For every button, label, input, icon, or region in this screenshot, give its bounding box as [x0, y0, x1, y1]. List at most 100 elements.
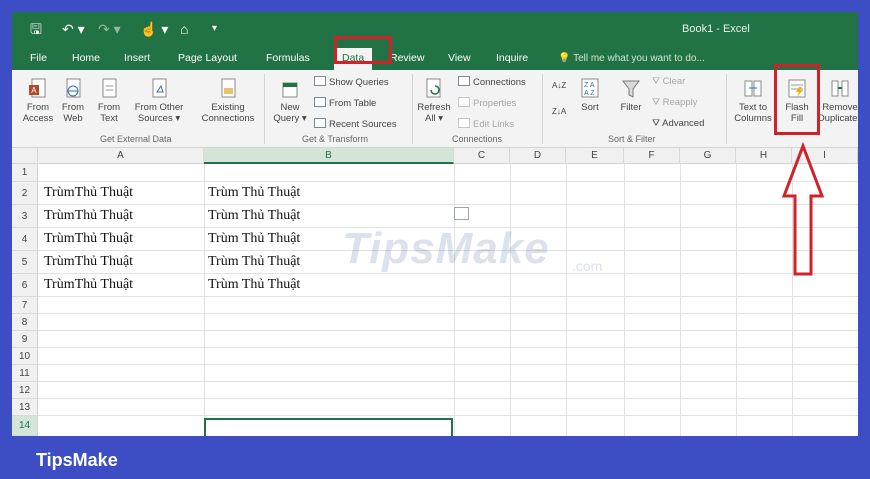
- flash-fill-options-icon[interactable]: [454, 207, 469, 220]
- gridline: [566, 164, 567, 436]
- column-header-f[interactable]: F: [624, 148, 680, 164]
- sort-icon: Z AA Z: [581, 78, 599, 98]
- row-header[interactable]: 3: [12, 205, 38, 228]
- active-cell-b14[interactable]: [204, 418, 453, 436]
- row-header[interactable]: 4: [12, 228, 38, 251]
- undo-icon[interactable]: ↶ ▾: [62, 21, 85, 37]
- sort-button[interactable]: Z AA Z Sort: [574, 78, 606, 113]
- refresh-all-button[interactable]: Refresh All ▾: [414, 78, 454, 124]
- column-header-g[interactable]: G: [680, 148, 736, 164]
- touch-mode-icon[interactable]: ☝ ▾: [140, 21, 168, 37]
- new-query-button[interactable]: New Query ▾: [268, 78, 312, 124]
- row-header[interactable]: 10: [12, 348, 38, 365]
- cell-a6[interactable]: TrùmThủ Thuật: [44, 277, 133, 293]
- group-label-sort-filter: Sort & Filter: [608, 134, 656, 144]
- filter-funnel-icon: [622, 80, 640, 98]
- tab-insert[interactable]: Insert: [124, 52, 150, 64]
- remove-duplicates-button[interactable]: Remove Duplicates: [816, 78, 858, 124]
- ribbon-separator: [264, 74, 265, 144]
- from-web-button[interactable]: From Web: [56, 78, 90, 124]
- watermark-suffix: .com: [572, 258, 603, 274]
- properties-button[interactable]: Properties: [458, 97, 516, 110]
- cell-a4[interactable]: TrùmThủ Thuật: [44, 231, 133, 247]
- from-table-button[interactable]: From Table: [314, 97, 376, 110]
- row-header[interactable]: 12: [12, 382, 38, 399]
- tab-view[interactable]: View: [448, 52, 471, 64]
- text-to-columns-button[interactable]: Text to Columns: [730, 78, 776, 124]
- text-to-columns-icon: [744, 80, 762, 97]
- row-header[interactable]: 1: [12, 164, 38, 182]
- from-other-sources-button[interactable]: From Other Sources ▾: [130, 78, 188, 124]
- cell-b2[interactable]: Trùm Thủ Thuật: [208, 185, 300, 201]
- cell-b5[interactable]: Trùm Thủ Thuật: [208, 254, 300, 270]
- gridline: [38, 313, 858, 314]
- column-header-a[interactable]: A: [38, 148, 204, 164]
- column-header-e[interactable]: E: [566, 148, 624, 164]
- tab-file[interactable]: File: [30, 52, 47, 64]
- svg-text:A: A: [31, 86, 37, 95]
- lightbulb-icon: 💡: [558, 53, 574, 64]
- row-header[interactable]: 5: [12, 251, 38, 274]
- sort-a-z-button[interactable]: A↓Z: [552, 80, 566, 92]
- gridline: [38, 347, 858, 348]
- row-header[interactable]: 8: [12, 314, 38, 331]
- cell-a5[interactable]: TrùmThủ Thuật: [44, 254, 133, 270]
- globe-icon: [66, 78, 81, 98]
- from-text-button[interactable]: From Text: [92, 78, 126, 124]
- row-header[interactable]: 14: [12, 416, 38, 436]
- reapply-button[interactable]: ⛛ Reapply: [652, 97, 697, 109]
- cell-b6[interactable]: Trùm Thủ Thuật: [208, 277, 300, 293]
- tab-inquire[interactable]: Inquire: [496, 52, 528, 64]
- show-queries-button[interactable]: Show Queries: [314, 76, 389, 89]
- column-header-d[interactable]: D: [510, 148, 566, 164]
- other-sources-icon: [152, 78, 167, 98]
- tell-me-search[interactable]: 💡 Tell me what you want to do...: [558, 53, 705, 64]
- sort-az-icon: A↓Z: [552, 81, 567, 90]
- clear-filter-button[interactable]: ⛛ Clear: [652, 76, 685, 88]
- filter-button[interactable]: Filter: [616, 78, 646, 113]
- cell-b3[interactable]: Trùm Thủ Thuật: [208, 208, 300, 224]
- gridline: [454, 164, 455, 436]
- column-header-b[interactable]: B: [204, 148, 454, 164]
- save-icon[interactable]: 🖫: [30, 21, 42, 37]
- ribbon-separator: [542, 74, 543, 144]
- row-header[interactable]: 7: [12, 297, 38, 314]
- tab-home[interactable]: Home: [72, 52, 100, 64]
- cell-a2[interactable]: TrùmThủ Thuật: [44, 185, 133, 201]
- existing-connections-icon: [221, 78, 236, 98]
- existing-connections-button[interactable]: Existing Connections: [196, 78, 260, 124]
- select-all-corner[interactable]: [12, 148, 38, 164]
- ribbon-separator: [412, 74, 413, 144]
- up-arrow-annotation: [781, 142, 825, 276]
- recent-sources-button[interactable]: Recent Sources: [314, 118, 397, 131]
- connections-button[interactable]: Connections: [458, 76, 526, 89]
- brand-logo-text: TipsMake: [36, 450, 118, 470]
- tab-page-layout[interactable]: Page Layout: [178, 52, 237, 64]
- edit-links-icon: [458, 118, 470, 128]
- tab-review[interactable]: Review: [390, 52, 424, 64]
- tab-formulas[interactable]: Formulas: [266, 52, 310, 64]
- row-header[interactable]: 2: [12, 182, 38, 205]
- gridline: [680, 164, 681, 436]
- row-header[interactable]: 9: [12, 331, 38, 348]
- sort-z-a-button[interactable]: Z↓A: [552, 106, 566, 118]
- group-label-get-external: Get External Data: [100, 134, 172, 144]
- text-file-icon: [102, 78, 117, 98]
- gridline: [38, 364, 858, 365]
- recent-sources-icon: [314, 118, 326, 128]
- open-folder-icon[interactable]: ⌂: [180, 21, 188, 37]
- cell-b4[interactable]: Trùm Thủ Thuật: [208, 231, 300, 247]
- customize-qat-icon[interactable]: ▾: [212, 21, 217, 37]
- row-header[interactable]: 6: [12, 274, 38, 297]
- gridline: [38, 296, 858, 297]
- column-header-c[interactable]: C: [454, 148, 510, 164]
- cell-a3[interactable]: TrùmThủ Thuật: [44, 208, 133, 224]
- row-header[interactable]: 13: [12, 399, 38, 416]
- redo-icon[interactable]: ↷ ▾: [98, 21, 121, 37]
- data-tab-highlight: [334, 36, 392, 64]
- from-access-button[interactable]: A From Access: [16, 78, 60, 124]
- svg-text:Z A: Z A: [584, 82, 595, 89]
- row-header[interactable]: 11: [12, 365, 38, 382]
- advanced-filter-button[interactable]: ⛛ Advanced: [652, 118, 704, 130]
- edit-links-button[interactable]: Edit Links: [458, 118, 514, 131]
